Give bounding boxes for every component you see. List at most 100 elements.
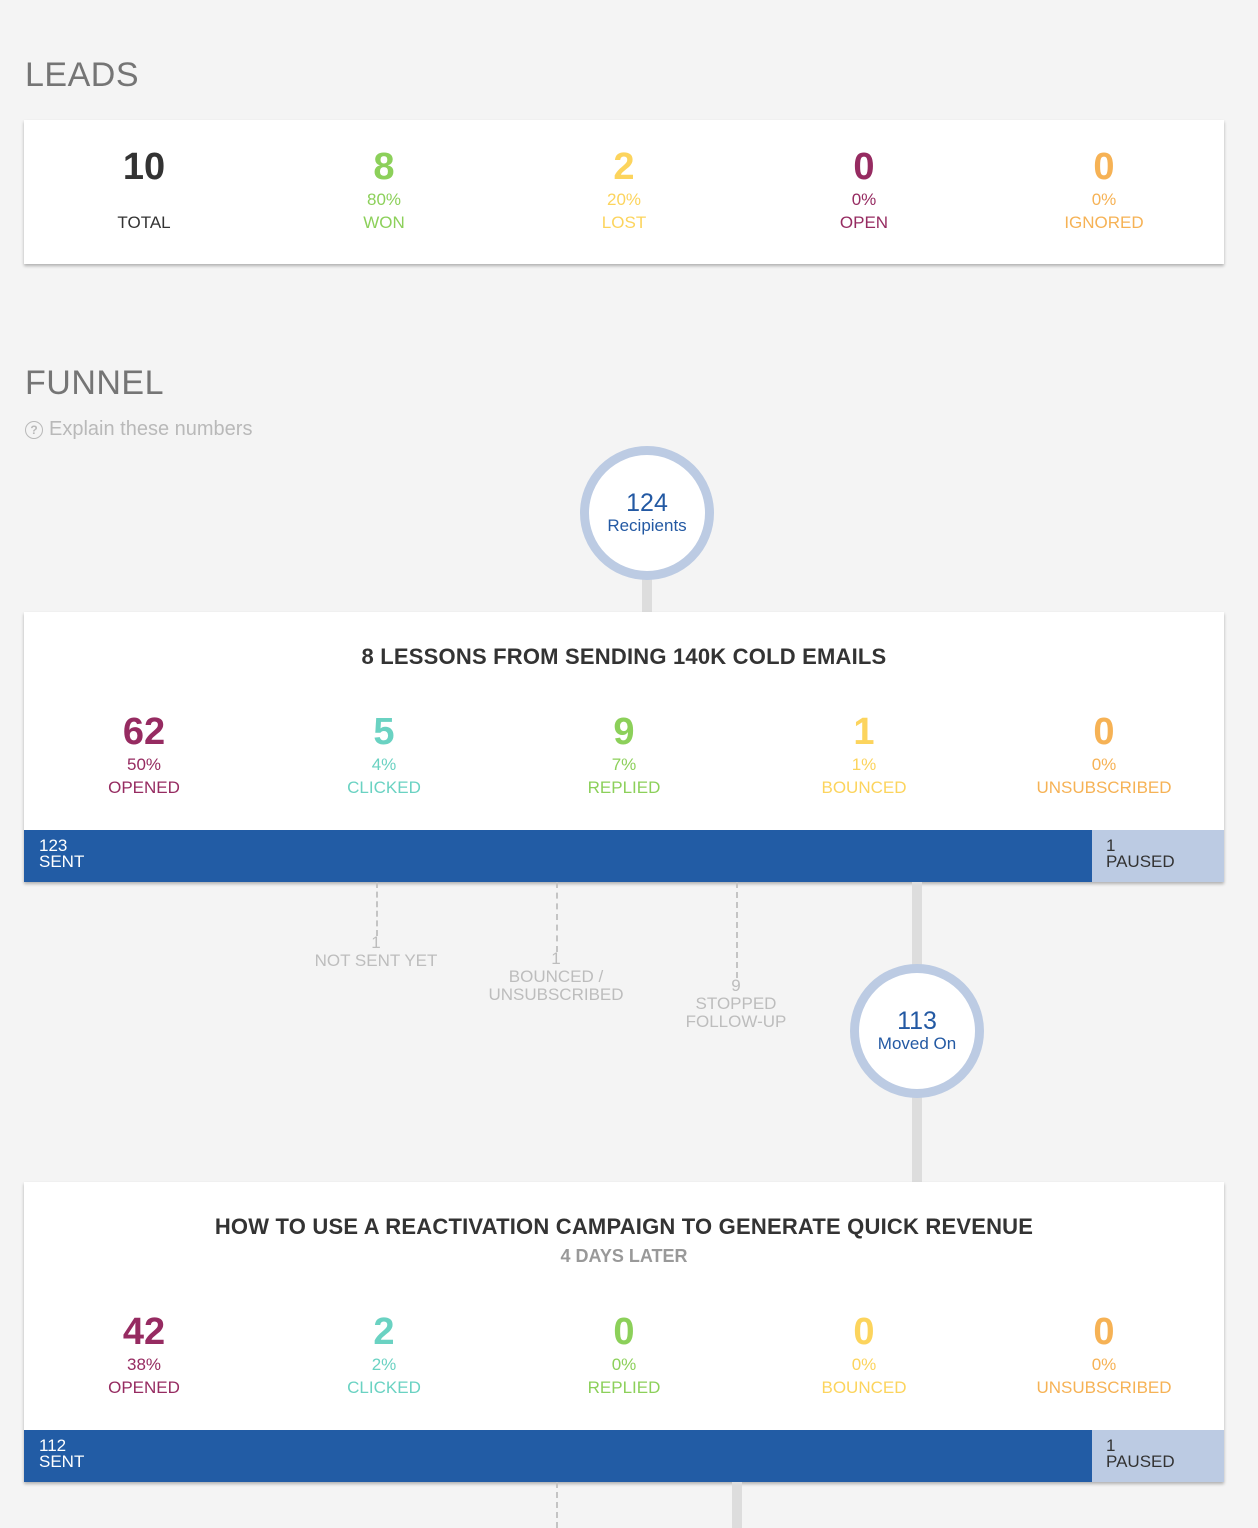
- stat-value: 0: [1093, 146, 1115, 188]
- step-stat-unsubscribed[interactable]: 0 0% UNSUBSCRIBED: [984, 710, 1224, 800]
- sent-segment[interactable]: 123 SENT: [24, 830, 1092, 882]
- step-stat-bounced[interactable]: 0 0% BOUNCED: [744, 1310, 984, 1400]
- stat-percent: 2%: [371, 1355, 397, 1374]
- stat-value: 1: [853, 711, 875, 753]
- lead-stat-total[interactable]: 10 TOTAL: [24, 145, 264, 235]
- stat-label: BOUNCED: [821, 778, 907, 797]
- stat-value: 8: [373, 146, 395, 188]
- step-stat-opened[interactable]: 42 38% OPENED: [24, 1310, 264, 1400]
- dropoff-count: 9: [731, 976, 741, 995]
- step-stats: 42 38% OPENED 2 2% CLICKED 0 0% REPLIED …: [24, 1310, 1224, 1400]
- stat-value: 2: [373, 1311, 395, 1353]
- stat-value: 42: [122, 1311, 166, 1353]
- moved-on-count: 113: [897, 1007, 937, 1035]
- stat-percent: 0%: [1091, 755, 1117, 774]
- stat-value: 10: [122, 146, 166, 188]
- stat-percent: 0%: [851, 1355, 877, 1374]
- dropoff-bounced-unsubscribed[interactable]: 1 BOUNCED / UNSUBSCRIBED: [476, 950, 636, 1004]
- stat-percent: 80%: [366, 190, 402, 209]
- sent-segment[interactable]: 112 SENT: [24, 1430, 1092, 1482]
- stat-percent: 20%: [606, 190, 642, 209]
- funnel-section-title: FUNNEL: [25, 364, 165, 402]
- sent-count: 112: [39, 1436, 67, 1455]
- lead-stat-lost[interactable]: 2 20% LOST: [504, 145, 744, 235]
- step-stat-replied[interactable]: 0 0% REPLIED: [504, 1310, 744, 1400]
- recipients-label: Recipients: [607, 516, 687, 535]
- paused-label: PAUSED: [1106, 1452, 1175, 1471]
- sent-label: SENT: [39, 1452, 85, 1471]
- step-stat-clicked[interactable]: 2 2% CLICKED: [264, 1310, 504, 1400]
- dropoff-line: [736, 882, 738, 978]
- lead-stat-won[interactable]: 8 80% WON: [264, 145, 504, 235]
- stat-percent: 7%: [611, 755, 637, 774]
- step-stat-clicked[interactable]: 5 4% CLICKED: [264, 710, 504, 800]
- funnel-step-card: 8 LESSONS FROM SENDING 140K COLD EMAILS …: [24, 612, 1224, 882]
- step-title: HOW TO USE A REACTIVATION CAMPAIGN TO GE…: [214, 1214, 1034, 1239]
- stat-value: 2: [613, 146, 635, 188]
- step-delay: 4 DAYS LATER: [560, 1246, 688, 1266]
- paused-label: PAUSED: [1106, 852, 1175, 871]
- send-progress-bar: 112 SENT 1 PAUSED: [24, 1430, 1224, 1482]
- stat-percent: 4%: [371, 755, 397, 774]
- dropoff-label: NOT SENT YET: [314, 951, 438, 970]
- dropoff-count: 1: [371, 933, 381, 952]
- stat-percent: [24, 189, 264, 211]
- step-stat-unsubscribed[interactable]: 0 0% UNSUBSCRIBED: [984, 1310, 1224, 1400]
- sent-count: 123: [39, 836, 68, 855]
- moved-on-node: 113 Moved On: [850, 964, 984, 1098]
- moved-on-label: Moved On: [877, 1034, 957, 1053]
- dropoff-line: [556, 1482, 558, 1528]
- stat-label: REPLIED: [587, 778, 661, 797]
- step-stats: 62 50% OPENED 5 4% CLICKED 9 7% REPLIED …: [24, 710, 1224, 800]
- stat-percent: 38%: [126, 1355, 162, 1374]
- stat-label: OPENED: [108, 1378, 180, 1397]
- stat-percent: 0%: [851, 190, 877, 209]
- stat-percent: 0%: [611, 1355, 637, 1374]
- explain-numbers-link[interactable]: ? Explain these numbers: [25, 418, 252, 441]
- stat-label: CLICKED: [347, 1378, 421, 1397]
- step-stat-replied[interactable]: 9 7% REPLIED: [504, 710, 744, 800]
- stat-percent: 50%: [126, 755, 162, 774]
- lead-stat-open[interactable]: 0 0% OPEN: [744, 145, 984, 235]
- stat-value: 62: [122, 711, 166, 753]
- leads-section-title: LEADS: [25, 56, 139, 94]
- leads-card: 10 TOTAL 8 80% WON 2 20% LOST 0 0% OPEN …: [24, 120, 1224, 264]
- step-stat-opened[interactable]: 62 50% OPENED: [24, 710, 264, 800]
- stat-value: 0: [853, 1311, 875, 1353]
- dropoff-label: BOUNCED / UNSUBSCRIBED: [488, 967, 624, 1004]
- stat-label: UNSUBSCRIBED: [1036, 778, 1172, 797]
- help-circle-icon: ?: [25, 420, 43, 439]
- stat-label: LOST: [601, 213, 647, 232]
- stat-value: 0: [1093, 711, 1115, 753]
- stat-label: BOUNCED: [821, 1378, 907, 1397]
- stat-label: OPENED: [108, 778, 180, 797]
- dropoff-count: 1: [551, 949, 561, 968]
- stat-value: 0: [613, 1311, 635, 1353]
- stat-percent: 0%: [1091, 190, 1117, 209]
- stat-label: OPEN: [839, 213, 889, 232]
- leads-stats: 10 TOTAL 8 80% WON 2 20% LOST 0 0% OPEN …: [24, 145, 1224, 235]
- dropoff-not-sent-yet[interactable]: 1 NOT SENT YET: [296, 934, 456, 970]
- stat-value: 0: [1093, 1311, 1115, 1353]
- stat-label: IGNORED: [1064, 213, 1144, 232]
- stat-percent: 1%: [851, 755, 877, 774]
- stat-percent: 0%: [1091, 1355, 1117, 1374]
- funnel-connector: [732, 1482, 742, 1528]
- dropoff-line: [556, 882, 558, 952]
- stat-label: WON: [363, 213, 405, 232]
- paused-segment[interactable]: 1 PAUSED: [1092, 1430, 1224, 1482]
- dropoff-line: [376, 882, 378, 936]
- paused-segment[interactable]: 1 PAUSED: [1092, 830, 1224, 882]
- stat-label: TOTAL: [117, 213, 171, 232]
- sent-label: SENT: [39, 852, 85, 871]
- funnel-step-card: HOW TO USE A REACTIVATION CAMPAIGN TO GE…: [24, 1182, 1224, 1482]
- stat-value: 5: [373, 711, 395, 753]
- lead-stat-ignored[interactable]: 0 0% IGNORED: [984, 145, 1224, 235]
- stat-label: UNSUBSCRIBED: [1036, 1378, 1172, 1397]
- step-stat-bounced[interactable]: 1 1% BOUNCED: [744, 710, 984, 800]
- step-title: 8 LESSONS FROM SENDING 140K COLD EMAILS: [361, 644, 887, 669]
- stat-label: CLICKED: [347, 778, 421, 797]
- recipients-node: 124 Recipients: [580, 446, 714, 580]
- dropoff-stopped-follow-up[interactable]: 9 STOPPED FOLLOW-UP: [676, 977, 796, 1031]
- explain-numbers-label: Explain these numbers: [49, 418, 253, 440]
